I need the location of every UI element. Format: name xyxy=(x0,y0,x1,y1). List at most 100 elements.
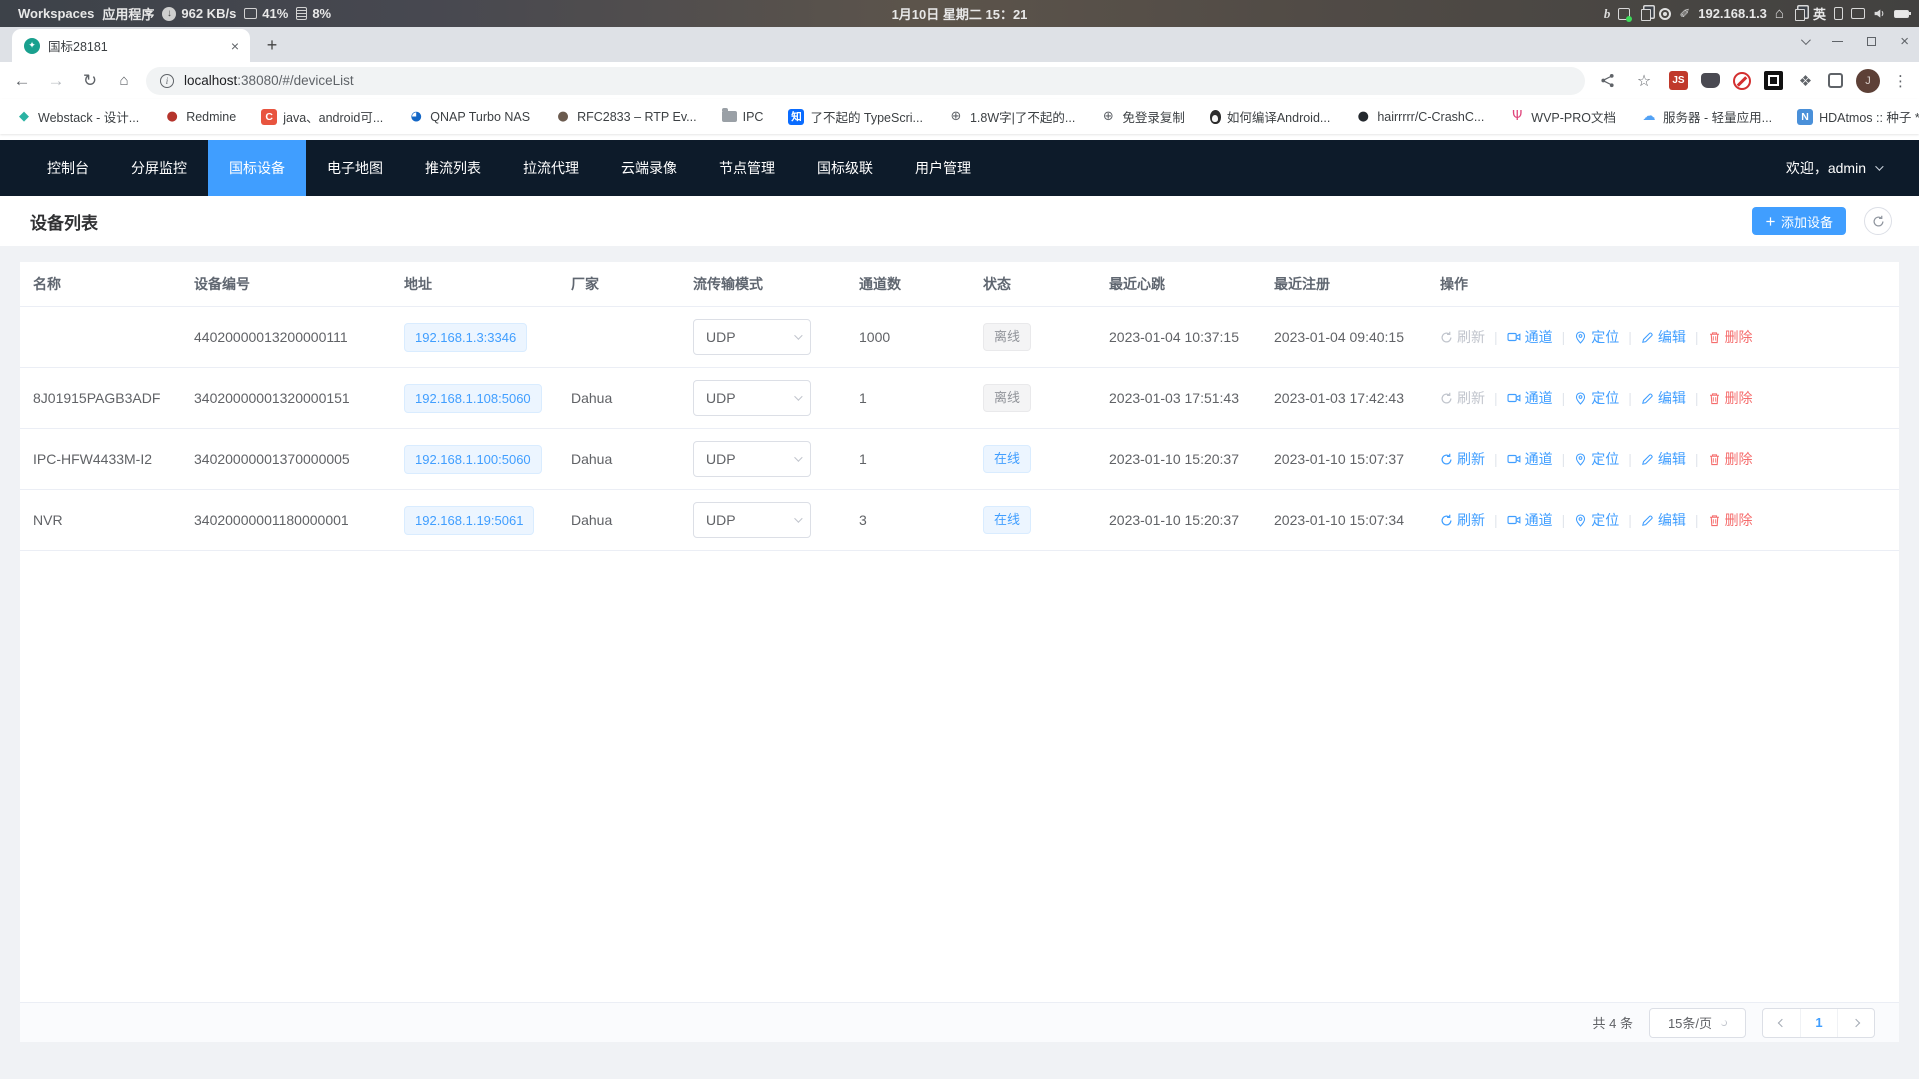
op-locate-button[interactable]: 定位 xyxy=(1574,327,1619,347)
bookmark-star-icon[interactable]: ☆ xyxy=(1632,69,1656,93)
bookmark-item[interactable]: ◕QNAP Turbo NAS xyxy=(408,109,530,124)
coffee-icon[interactable] xyxy=(1659,8,1671,20)
nav-item-用户管理[interactable]: 用户管理 xyxy=(894,140,992,196)
op-delete-button[interactable]: 删除 xyxy=(1708,510,1753,530)
op-locate-button[interactable]: 定位 xyxy=(1574,510,1619,530)
current-page[interactable]: 1 xyxy=(1800,1008,1837,1038)
nav-item-云端录像[interactable]: 云端录像 xyxy=(600,140,698,196)
home-icon[interactable]: ⌂ xyxy=(1775,5,1784,22)
browser-home-button[interactable]: ⌂ xyxy=(112,69,136,93)
address-bar[interactable]: i localhost:38080/#/deviceList xyxy=(146,67,1585,95)
bookmark-item[interactable]: Cjava、android可... xyxy=(261,107,383,126)
extensions-puzzle-icon[interactable]: ❖ xyxy=(1796,71,1815,90)
applications-menu[interactable]: 应用程序 xyxy=(102,4,154,23)
bookmark-item[interactable]: IPC xyxy=(722,110,764,124)
nav-item-国标设备[interactable]: 国标设备 xyxy=(208,140,306,196)
input-language-indicator[interactable]: 英 xyxy=(1813,4,1826,23)
nav-item-分屏监控[interactable]: 分屏监控 xyxy=(110,140,208,196)
column-header-最近注册: 最近注册 xyxy=(1264,274,1430,294)
operations: 刷新|通道|定位|编辑|删除 xyxy=(1440,449,1899,469)
display-icon[interactable] xyxy=(1851,8,1865,19)
op-delete-button[interactable]: 删除 xyxy=(1708,327,1753,347)
op-refresh-button[interactable]: 刷新 xyxy=(1440,388,1485,408)
bookmark-item[interactable]: ☁服务器 - 轻量应用... xyxy=(1641,107,1772,126)
op-channel-button[interactable]: 通道 xyxy=(1507,388,1553,408)
op-refresh-button[interactable]: 刷新 xyxy=(1440,327,1485,347)
op-channel-button[interactable]: 通道 xyxy=(1507,449,1553,469)
back-button[interactable]: ← xyxy=(10,69,34,93)
bookmark-item[interactable]: ⊕1.8W字|了不起的... xyxy=(948,107,1075,126)
color-picker-icon[interactable]: ✐ xyxy=(1679,6,1690,22)
battery-icon[interactable] xyxy=(1894,10,1909,18)
bookmark-item[interactable]: 如何编译Android... xyxy=(1210,107,1331,126)
clock[interactable]: 1月10日 星期二 15：21 xyxy=(892,4,1028,23)
screenshot-app-icon[interactable] xyxy=(1618,8,1630,20)
stream-mode-select[interactable]: UDP xyxy=(693,441,811,477)
forward-button[interactable]: → xyxy=(44,69,68,93)
extension-frame-icon[interactable] xyxy=(1828,73,1843,88)
window-restore-button[interactable] xyxy=(1867,37,1876,46)
nav-item-拉流代理[interactable]: 拉流代理 xyxy=(502,140,600,196)
window-minimize-button[interactable] xyxy=(1832,41,1843,42)
bookmark-item[interactable]: ●hairrrrr/C-CrashC... xyxy=(1355,109,1484,124)
bing-icon[interactable]: b xyxy=(1604,6,1611,22)
browser-profile-avatar[interactable]: J xyxy=(1856,69,1880,93)
tab-close-icon[interactable]: × xyxy=(226,37,244,55)
op-refresh-button[interactable]: 刷新 xyxy=(1440,510,1485,530)
refresh-icon xyxy=(1440,392,1453,405)
window-close-button[interactable]: × xyxy=(1900,34,1909,49)
op-edit-button[interactable]: 编辑 xyxy=(1641,510,1686,530)
stream-mode-select[interactable]: UDP xyxy=(693,380,811,416)
op-edit-button[interactable]: 编辑 xyxy=(1641,388,1686,408)
op-locate-button[interactable]: 定位 xyxy=(1574,388,1619,408)
site-info-icon[interactable]: i xyxy=(160,74,174,88)
add-device-button[interactable]: 添加设备 xyxy=(1752,207,1846,235)
cell-operations: 刷新|通道|定位|编辑|删除 xyxy=(1430,510,1899,530)
browser-chevron-down-icon[interactable] xyxy=(1801,35,1811,45)
stream-mode-select[interactable]: UDP xyxy=(693,502,811,538)
bookmark-item[interactable]: ●RFC2833 – RTP Ev... xyxy=(555,109,697,124)
op-locate-button[interactable]: 定位 xyxy=(1574,449,1619,469)
next-page-button[interactable] xyxy=(1837,1008,1874,1038)
op-delete-button[interactable]: 删除 xyxy=(1708,388,1753,408)
workspaces-switcher-icon[interactable] xyxy=(1795,9,1805,21)
op-refresh-button[interactable]: 刷新 xyxy=(1440,449,1485,469)
extension-js-icon[interactable]: JS xyxy=(1669,71,1688,90)
extension-blocker-icon[interactable] xyxy=(1733,72,1751,90)
workspaces-button[interactable]: Workspaces xyxy=(18,6,94,21)
tray-ip-address[interactable]: 192.168.1.3 xyxy=(1698,6,1767,21)
extension-hat-icon[interactable] xyxy=(1701,73,1720,88)
op-delete-button[interactable]: 删除 xyxy=(1708,449,1753,469)
bookmark-item[interactable]: ΨWVP-PRO文档 xyxy=(1509,107,1616,126)
nav-item-推流列表[interactable]: 推流列表 xyxy=(404,140,502,196)
stream-mode-select[interactable]: UDP xyxy=(693,319,811,355)
browser-menu-icon[interactable]: ⋮ xyxy=(1893,72,1909,90)
share-icon[interactable] xyxy=(1595,69,1619,93)
bookmark-item[interactable]: ⊕免登录复制 xyxy=(1100,107,1185,126)
refresh-list-button[interactable] xyxy=(1864,207,1892,235)
bookmark-item[interactable]: 知了不起的 TypeScri... xyxy=(788,107,923,126)
browser-tab[interactable]: ✦ 国标28181 × xyxy=(12,29,250,62)
bookmark-item[interactable]: ◆Webstack - 设计... xyxy=(16,107,139,126)
op-channel-button[interactable]: 通道 xyxy=(1507,510,1553,530)
nav-item-国标级联[interactable]: 国标级联 xyxy=(796,140,894,196)
nav-item-节点管理[interactable]: 节点管理 xyxy=(698,140,796,196)
nav-item-控制台[interactable]: 控制台 xyxy=(26,140,110,196)
user-menu[interactable]: 欢迎，admin xyxy=(1786,158,1919,178)
op-label: 通道 xyxy=(1525,449,1553,469)
new-tab-button[interactable]: + xyxy=(258,31,286,59)
op-edit-button[interactable]: 编辑 xyxy=(1641,327,1686,347)
prev-page-button[interactable] xyxy=(1763,1008,1800,1038)
page-size-select[interactable]: 15条/页 xyxy=(1649,1008,1746,1038)
op-edit-button[interactable]: 编辑 xyxy=(1641,449,1686,469)
volume-icon[interactable] xyxy=(1873,7,1886,20)
extension-qr-icon[interactable] xyxy=(1764,71,1783,90)
wvp-logo-icon: Ψ xyxy=(1509,109,1525,124)
bookmark-item[interactable]: ●Redmine xyxy=(164,109,236,124)
op-channel-button[interactable]: 通道 xyxy=(1507,327,1553,347)
reload-button[interactable]: ↻ xyxy=(78,69,102,93)
bookmark-item[interactable]: NHDAtmos :: 种子 *... xyxy=(1797,107,1919,126)
copy-icon[interactable] xyxy=(1641,9,1651,21)
phone-icon[interactable] xyxy=(1834,7,1843,20)
nav-item-电子地图[interactable]: 电子地图 xyxy=(306,140,404,196)
